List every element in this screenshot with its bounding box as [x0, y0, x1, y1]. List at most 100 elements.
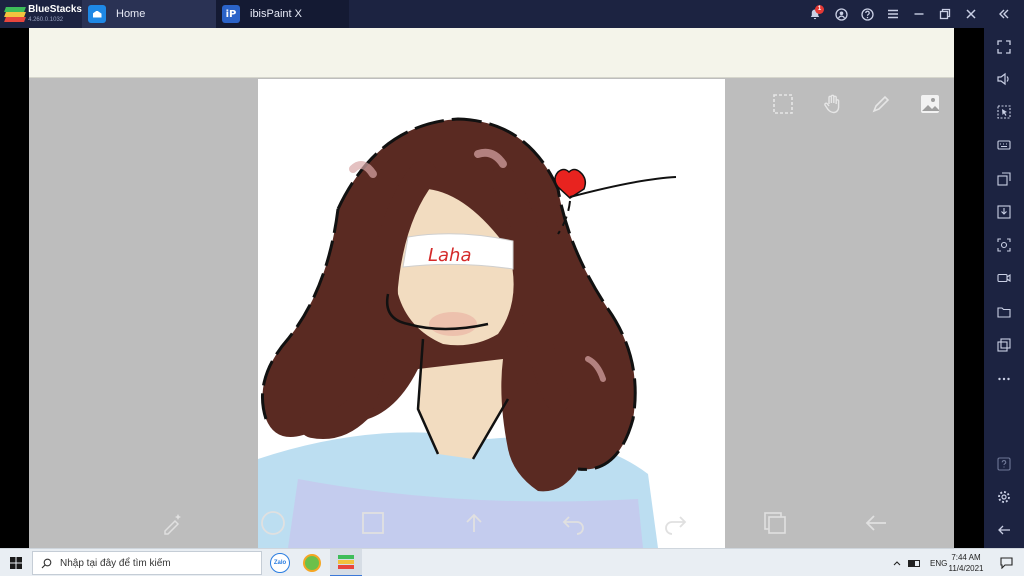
image-icon: [921, 95, 939, 113]
taskbar-bluestacks[interactable]: [330, 549, 362, 576]
undo-icon: [562, 516, 584, 535]
zalo-icon: Zalo: [270, 553, 290, 573]
speaker-icon: [997, 72, 1009, 86]
selection-tool-button[interactable]: [770, 91, 796, 117]
video-icon: [997, 273, 1011, 283]
bluestacks-taskbar-icon: [338, 555, 354, 569]
arrow-left-icon: [865, 515, 886, 531]
ibispaint-app-icon: iP: [222, 5, 240, 23]
minimize-icon: [914, 13, 924, 15]
home-icon: [88, 5, 106, 23]
magic-pen-icon: [164, 514, 181, 535]
hand-icon: [824, 94, 840, 114]
account-button[interactable]: [828, 0, 854, 28]
cursor-icon: [997, 105, 1011, 119]
zalo-label: Zalo: [273, 560, 287, 566]
collapse-sidebar-button[interactable]: [984, 0, 1024, 28]
bluestacks-window: BlueStacks 4.260.0.1032 Home iP ibisPain…: [0, 0, 1024, 576]
download-icon: [997, 205, 1011, 219]
volume-button[interactable]: [992, 68, 1016, 90]
notification-badge: 1: [815, 5, 824, 14]
redo-button[interactable]: [660, 508, 690, 538]
close-button[interactable]: [958, 0, 984, 28]
undo-button[interactable]: [559, 508, 589, 538]
settings-button[interactable]: [992, 486, 1016, 508]
clock-date: 11/4/2021: [948, 564, 984, 573]
arrow-left-icon: [998, 525, 1010, 535]
bluestacks-sidebar: [984, 28, 1024, 548]
more-icon: [998, 377, 1010, 381]
brush-icon: [872, 95, 890, 113]
fullscreen-icon: [997, 40, 1011, 54]
speech-bubble-icon: [999, 557, 1013, 569]
folder-icon: [997, 307, 1011, 318]
android-back-button[interactable]: [992, 519, 1016, 541]
signature-text: Laha: [428, 245, 472, 266]
notifications-button[interactable]: 1: [802, 0, 828, 28]
help-button[interactable]: [854, 0, 880, 28]
search-placeholder: Nhập tại đây để tìm kiếm: [60, 557, 171, 569]
taskbar-clock[interactable]: 7:44 AM 11/4/2021: [946, 552, 986, 574]
redo-icon: [665, 516, 687, 535]
app-top-bar: [29, 28, 954, 78]
title-bar: BlueStacks 4.260.0.1032 Home iP ibisPain…: [0, 0, 1024, 28]
bluestacks-logo-icon: [4, 5, 26, 23]
back-button[interactable]: [861, 508, 891, 538]
quick-tool-button[interactable]: [158, 508, 188, 538]
search-icon: [41, 558, 52, 568]
more-button[interactable]: [992, 368, 1016, 390]
copy-icon: [997, 338, 1011, 352]
media-folder-button[interactable]: [992, 301, 1016, 323]
tab-ibispaint[interactable]: iP ibisPaint X: [216, 0, 349, 28]
keyboard-icon: [997, 140, 1011, 150]
taskbar-game-app[interactable]: [296, 549, 328, 576]
install-apk-button[interactable]: [992, 168, 1016, 190]
game-app-icon: [303, 554, 321, 572]
pointer-button[interactable]: [992, 101, 1016, 123]
drawing-canvas[interactable]: Laha: [258, 79, 725, 548]
layers-button[interactable]: [760, 508, 790, 538]
brand-version: 4.260.0.1032: [28, 17, 64, 23]
record-button[interactable]: [992, 267, 1016, 289]
screenshot-button[interactable]: [992, 234, 1016, 256]
double-chevron-left-icon: [999, 9, 1009, 19]
help-icon: [860, 7, 874, 21]
chevron-up-icon: [893, 560, 901, 565]
upload-button[interactable]: [459, 508, 489, 538]
circle-button[interactable]: [258, 508, 288, 538]
keyboard-button[interactable]: [992, 134, 1016, 156]
windows-taskbar: Nhập tại đây để tìm kiếm Zalo ENG 7:44 A…: [0, 548, 1024, 576]
menu-button[interactable]: [880, 0, 906, 28]
tab-home[interactable]: Home: [82, 0, 216, 28]
battery-icon[interactable]: [908, 559, 920, 567]
multi-instance-button[interactable]: [992, 334, 1016, 356]
restore-icon: [939, 8, 951, 20]
app-screen: Laha: [29, 28, 954, 548]
minimize-button[interactable]: [906, 0, 932, 28]
system-tray: ENG: [890, 549, 947, 576]
square-icon: [362, 512, 384, 534]
brush-tool-button[interactable]: [868, 91, 894, 117]
restore-button[interactable]: [932, 0, 958, 28]
close-icon: [966, 9, 976, 19]
taskbar-search[interactable]: Nhập tại đây để tìm kiếm: [32, 551, 262, 575]
notification-center-button[interactable]: [990, 549, 1022, 576]
apk-download-button[interactable]: [992, 201, 1016, 223]
fullscreen-button[interactable]: [992, 36, 1016, 58]
start-button[interactable]: [0, 549, 32, 576]
taskbar-zalo[interactable]: Zalo: [264, 549, 296, 576]
drawing-artwork: Laha: [258, 117, 677, 548]
camera-icon: [997, 238, 1011, 252]
tab-ibispaint-label: ibisPaint X: [250, 8, 302, 20]
help-sidebar-button[interactable]: [992, 453, 1016, 475]
tab-home-label: Home: [116, 8, 146, 20]
language-indicator[interactable]: ENG: [930, 559, 947, 568]
reference-image-button[interactable]: [917, 91, 943, 117]
clock-time: 7:44 AM: [951, 553, 981, 562]
arrow-up-icon: [466, 513, 482, 532]
help-icon: [997, 457, 1011, 471]
tray-overflow-button[interactable]: [890, 559, 904, 568]
circle-icon: [261, 511, 285, 535]
hand-tool-button[interactable]: [820, 91, 846, 117]
color-button[interactable]: [358, 508, 388, 538]
